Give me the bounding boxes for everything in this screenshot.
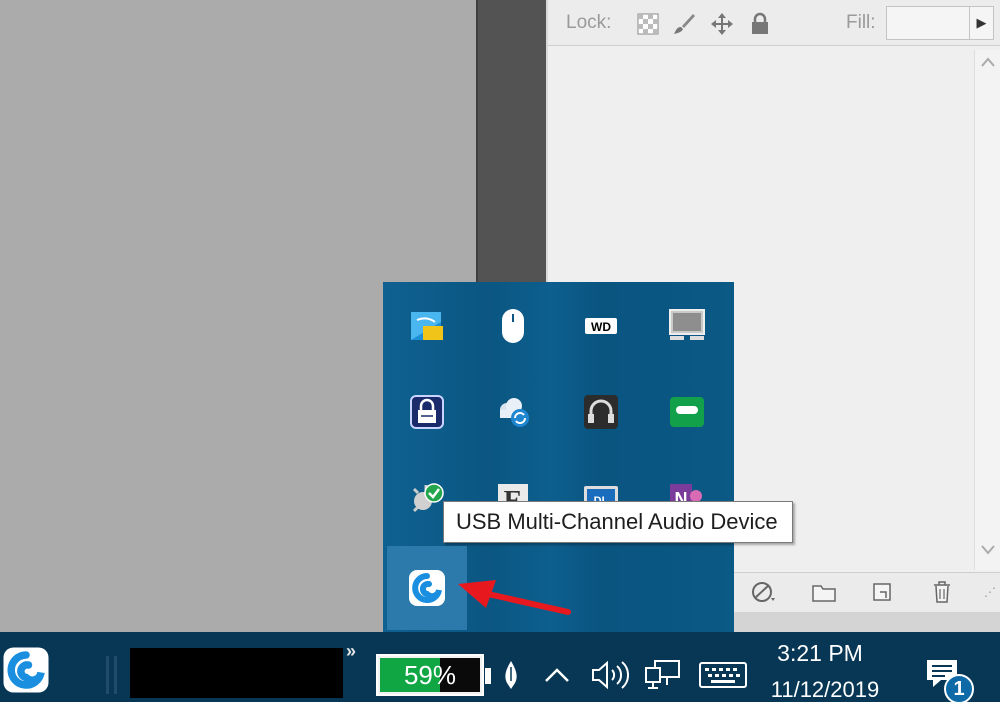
lock-all-padlock-icon[interactable] — [748, 12, 772, 36]
tape-recorder-icon[interactable] — [667, 392, 707, 432]
mouse-icon[interactable] — [493, 306, 533, 346]
lock-position-move-icon[interactable] — [710, 12, 734, 36]
layers-scrollbar[interactable] — [974, 50, 1000, 570]
taskbar-separator — [106, 656, 109, 694]
delete-layer-trash-icon[interactable] — [928, 579, 956, 605]
headphones-icon[interactable] — [581, 392, 621, 432]
fill-input[interactable]: ▶ — [886, 6, 994, 40]
new-layer-icon[interactable] — [868, 579, 896, 605]
show-hidden-icons-chevron-up-icon[interactable] — [540, 654, 574, 696]
wd-label: WD — [591, 320, 611, 334]
network-wired-icon[interactable] — [642, 654, 684, 696]
lock-image-pixels-brush-icon[interactable] — [672, 12, 696, 36]
tray-tooltip: USB Multi-Channel Audio Device — [443, 501, 793, 543]
wd-drive-icon[interactable]: WD — [581, 306, 621, 346]
vpn-lock-icon[interactable] — [407, 392, 447, 432]
taskbar-overflow-chevron-icon[interactable]: » — [346, 641, 356, 662]
fill-label: Fill: — [846, 12, 876, 33]
red-annotation-arrow-icon — [458, 580, 571, 615]
new-group-folder-icon[interactable] — [810, 579, 838, 605]
notification-count-badge: 1 — [944, 674, 974, 702]
scroll-down-arrow-icon[interactable] — [980, 544, 996, 560]
touch-keyboard-icon[interactable] — [696, 654, 750, 696]
pen-ink-icon[interactable] — [496, 654, 526, 696]
battery-percent: 59% — [403, 660, 457, 690]
resize-grip-icon[interactable]: ⋰ — [976, 579, 1000, 605]
taskbar-swirl-app-icon[interactable] — [0, 644, 52, 696]
lock-row: Lock: Fill: ▶ — [548, 0, 1000, 46]
lock-label: Lock: — [566, 12, 612, 33]
clock-time[interactable]: 3:21 PM — [765, 640, 875, 667]
cloud-sync-icon[interactable] — [493, 392, 533, 432]
scroll-up-arrow-icon[interactable] — [980, 56, 996, 72]
taskbar-redacted-area — [130, 648, 343, 698]
shield-check-icon[interactable] — [407, 480, 447, 520]
adjustment-layer-icon[interactable] — [750, 579, 778, 605]
battery-indicator[interactable]: 59% — [376, 654, 491, 696]
taskbar-separator — [114, 656, 117, 694]
clock-date[interactable]: 11/12/2019 — [750, 677, 900, 702]
intel-graphics-icon[interactable] — [407, 306, 447, 346]
lock-transparent-pixels-icon[interactable] — [636, 12, 660, 36]
battery-nub — [485, 668, 491, 684]
fill-dropdown-arrow-icon[interactable]: ▶ — [969, 7, 993, 39]
volume-speaker-icon[interactable] — [588, 654, 630, 696]
display-monitor-icon[interactable] — [667, 306, 707, 346]
